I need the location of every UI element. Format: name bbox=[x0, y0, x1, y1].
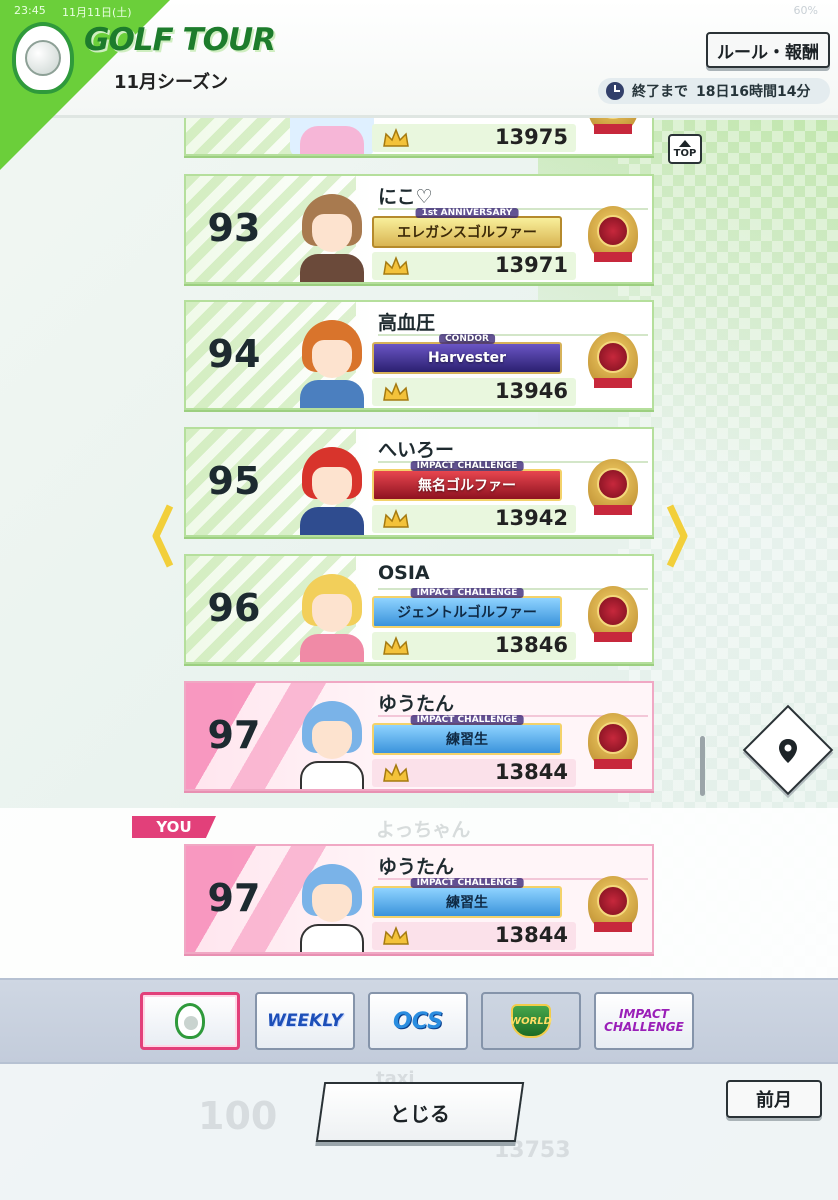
crown-icon bbox=[382, 635, 410, 656]
ghost-player-name: よっちゃん bbox=[376, 819, 471, 841]
app-logo-title: GOLF TOUR bbox=[84, 22, 276, 58]
player-rank: 94 bbox=[207, 332, 261, 376]
player-avatar bbox=[290, 312, 374, 408]
crown-icon bbox=[382, 925, 410, 946]
scroll-to-top-button[interactable]: TOP bbox=[668, 134, 702, 164]
player-title: 練習生 bbox=[446, 895, 488, 911]
crown-icon bbox=[382, 508, 410, 529]
golf-tour-logo-icon bbox=[175, 1003, 205, 1039]
golf-tour-logo-icon bbox=[12, 22, 74, 94]
tour-master-badge-icon bbox=[588, 459, 638, 515]
crown-icon bbox=[382, 762, 410, 783]
player-score: 13975 bbox=[494, 125, 568, 149]
tab-weekly-tournament[interactable]: WEEKLY bbox=[255, 992, 355, 1050]
ranking-row[interactable]: 93 にこ♡ 1st ANNIVERSARY エレガンスゴルファー 13971 bbox=[184, 174, 654, 284]
player-score: 13844 bbox=[494, 760, 568, 784]
arrow-up-icon bbox=[679, 139, 691, 147]
player-name: ゆうたん bbox=[378, 856, 455, 878]
player-avatar bbox=[290, 439, 374, 535]
player-name: ゆうたん bbox=[378, 693, 455, 715]
clock-icon bbox=[606, 82, 624, 100]
player-rank: 97 bbox=[207, 713, 261, 757]
tour-master-badge-icon bbox=[588, 206, 638, 262]
crown-icon bbox=[382, 255, 410, 276]
ranking-list[interactable]: 13975 93 にこ♡ 1st ANNIVERSARY エレガンスゴルファー … bbox=[0, 118, 838, 808]
rules-rewards-button[interactable]: ルール・報酬 bbox=[706, 32, 830, 68]
countdown-value: 18日16時間14分 bbox=[696, 84, 811, 100]
tour-master-badge-icon bbox=[588, 876, 638, 932]
world-shield-icon: WORLD bbox=[510, 1004, 552, 1038]
map-pin-icon bbox=[779, 739, 797, 763]
season-label: 11月シーズン bbox=[114, 72, 229, 93]
player-title: エレガンスゴルファー bbox=[397, 225, 537, 241]
player-title: 練習生 bbox=[446, 732, 488, 748]
player-rank: 93 bbox=[207, 206, 261, 250]
tour-master-badge-icon bbox=[588, 586, 638, 642]
tab-ocs[interactable]: OCS bbox=[368, 992, 468, 1050]
ranking-row[interactable]: 13975 bbox=[184, 118, 654, 156]
player-rank: 96 bbox=[207, 586, 261, 630]
player-score: 13946 bbox=[494, 379, 568, 403]
scrollbar[interactable] bbox=[700, 736, 705, 796]
crown-icon bbox=[382, 381, 410, 402]
status-time: 23:45 bbox=[14, 4, 46, 17]
player-title-plate: CONDOR Harvester bbox=[372, 334, 562, 374]
countdown-label: 終了まで bbox=[632, 84, 688, 100]
status-bar: 23:45 11月11日(土) 60% bbox=[0, 0, 838, 22]
player-title-plate: IMPACT CHALLENGE 練習生 bbox=[372, 878, 562, 918]
player-title-plate: IMPACT CHALLENGE 練習生 bbox=[372, 715, 562, 755]
ranking-row[interactable]: 96 OSIA IMPACT CHALLENGE ジェントルゴルファー 1384… bbox=[184, 554, 654, 664]
player-title-plate: IMPACT CHALLENGE ジェントルゴルファー bbox=[372, 588, 562, 628]
tab-golf-tour[interactable] bbox=[140, 992, 240, 1050]
previous-page-arrow-icon[interactable] bbox=[152, 504, 174, 568]
ranking-row[interactable]: 95 へいろー IMPACT CHALLENGE 無名ゴルファー 13942 bbox=[184, 427, 654, 537]
crown-icon bbox=[382, 127, 410, 148]
player-score: 13846 bbox=[494, 633, 568, 657]
self-ranking-card[interactable]: 97 ゆうたん IMPACT CHALLENGE 練習生 13844 bbox=[184, 844, 654, 954]
player-name: OSIA bbox=[378, 562, 430, 584]
player-score: 13844 bbox=[494, 923, 568, 947]
tour-master-badge-icon bbox=[588, 118, 638, 134]
player-rank: 95 bbox=[207, 459, 261, 503]
player-title: 無名ゴルファー bbox=[418, 478, 516, 494]
player-score: 13971 bbox=[494, 253, 568, 277]
previous-month-button[interactable]: 前月 bbox=[726, 1080, 822, 1118]
player-title-plate: 1st ANNIVERSARY エレガンスゴルファー bbox=[372, 208, 562, 248]
player-title-plate: IMPACT CHALLENGE 無名ゴルファー bbox=[372, 461, 562, 501]
player-avatar bbox=[290, 186, 374, 282]
player-title: ジェントルゴルファー bbox=[397, 605, 537, 621]
season-countdown: 終了まで 18日16時間14分 bbox=[598, 78, 830, 104]
tour-master-badge-icon bbox=[588, 332, 638, 388]
player-avatar bbox=[290, 118, 374, 154]
player-title: Harvester bbox=[427, 350, 507, 366]
next-page-arrow-icon[interactable] bbox=[666, 504, 688, 568]
ranking-row-self[interactable]: 97 ゆうたん IMPACT CHALLENGE 練習生 13844 bbox=[184, 681, 654, 791]
player-avatar bbox=[290, 856, 374, 952]
you-tag: YOU bbox=[132, 816, 216, 838]
tour-master-badge-icon bbox=[588, 713, 638, 769]
ghost-player-rank: 100 bbox=[198, 1094, 278, 1138]
player-name: 高血圧 bbox=[378, 312, 436, 334]
status-battery: 60% bbox=[793, 4, 818, 17]
status-date: 11月11日(土) bbox=[62, 6, 132, 19]
player-avatar bbox=[290, 566, 374, 662]
player-rank: 97 bbox=[207, 876, 261, 920]
player-avatar bbox=[290, 693, 374, 789]
player-name: にこ♡ bbox=[378, 186, 433, 208]
player-score: 13942 bbox=[494, 506, 568, 530]
player-name: へいろー bbox=[378, 439, 455, 461]
ranking-row[interactable]: 94 高血圧 CONDOR Harvester 13946 bbox=[184, 300, 654, 410]
tab-world[interactable]: WORLD bbox=[481, 992, 581, 1050]
close-button[interactable]: とじる bbox=[315, 1082, 525, 1142]
tab-impact-challenge[interactable]: IMPACT CHALLENGE bbox=[594, 992, 694, 1050]
